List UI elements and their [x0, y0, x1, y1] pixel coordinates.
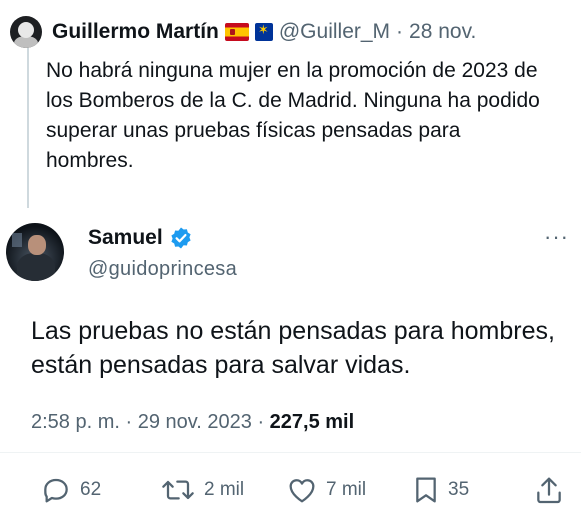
thread-line	[27, 48, 29, 208]
author-name-row: Samuel	[88, 226, 193, 250]
quoted-tweet-text: No habrá ninguna mujer en la promoción d…	[46, 59, 540, 172]
quoted-separator: ·	[396, 20, 404, 43]
bookmark-button[interactable]: 35	[412, 474, 469, 506]
author-handle[interactable]: @guidoprincesa	[88, 258, 237, 281]
share-icon	[537, 477, 561, 504]
tweet-date[interactable]: 29 nov. 2023	[138, 411, 252, 433]
share-button[interactable]	[533, 474, 565, 506]
view-count[interactable]: 227,5 mil	[270, 411, 355, 433]
tweet-text: Las pruebas no están pensadas para hombr…	[31, 317, 555, 379]
quoted-date[interactable]: 28 nov.	[409, 20, 476, 44]
meta-separator: ·	[125, 411, 138, 433]
quoted-author-name[interactable]: Guillermo Martín	[52, 20, 219, 44]
reply-icon	[44, 478, 68, 503]
spain-flag-icon	[224, 23, 249, 41]
action-bar: 62 2 mil 7 mil 35	[0, 468, 581, 512]
like-button[interactable]: 7 mil	[286, 474, 366, 506]
quoted-author-handle[interactable]: @Guiller_M	[279, 20, 390, 44]
eu-flag-icon	[254, 22, 273, 41]
bookmark-count: 35	[448, 479, 470, 500]
retweet-count: 2 mil	[204, 479, 245, 500]
quoted-author-avatar[interactable]	[10, 16, 42, 48]
verified-badge-icon[interactable]	[169, 226, 193, 250]
tweet-metadata: 2:58 p. m. · 29 nov. 2023 · 227,5 mil	[31, 411, 354, 434]
like-count: 7 mil	[326, 479, 367, 500]
divider	[0, 452, 581, 453]
retweet-icon	[162, 480, 194, 500]
retweet-button[interactable]: 2 mil	[160, 474, 244, 506]
quoted-tweet-header: Guillermo Martín @Guiller_M · 28 nov.	[10, 16, 476, 48]
reply-button[interactable]: 62	[40, 474, 101, 506]
author-avatar[interactable]	[6, 223, 64, 281]
reply-count: 62	[80, 479, 102, 500]
tweet-time[interactable]: 2:58 p. m.	[31, 411, 120, 433]
bookmark-icon	[416, 477, 436, 503]
more-options-button[interactable]: ···	[544, 224, 569, 250]
meta-separator: ·	[257, 411, 270, 433]
author-name[interactable]: Samuel	[88, 226, 163, 250]
like-icon	[289, 479, 315, 503]
